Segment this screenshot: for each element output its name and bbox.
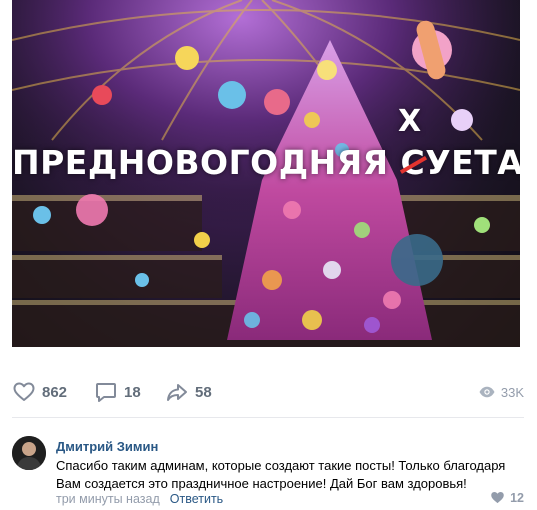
comment-time[interactable]: три минуты назад <box>56 492 160 506</box>
views-counter: 33K <box>478 372 524 412</box>
heart-icon <box>13 382 35 401</box>
reply-link[interactable]: Ответить <box>170 492 223 506</box>
avatar-photo <box>12 436 46 470</box>
post-actions-bar: 862 18 58 33K <box>12 372 524 412</box>
comment-text: Спасибо таким админам, которые создают т… <box>56 458 506 491</box>
post-image[interactable]: Х ПРЕДНОВОГОДНЯЯ СУЕТА <box>12 0 520 347</box>
share-arrow-icon <box>167 384 187 401</box>
headline-before: ПРЕДНОВОГОДНЯЯ <box>12 143 401 182</box>
share-button[interactable]: 58 <box>165 372 212 412</box>
comment-author[interactable]: Дмитрий Зимин <box>56 439 158 454</box>
share-count: 58 <box>195 383 212 401</box>
heart-icon <box>491 492 504 504</box>
comment-like-count: 12 <box>510 490 524 505</box>
headline-struck-letter: С <box>400 143 426 182</box>
views-count: 33K <box>500 384 524 400</box>
eye-icon <box>479 386 495 398</box>
like-button[interactable]: 862 <box>12 372 67 412</box>
headline-after: УЕТА <box>425 143 520 182</box>
headline-correction-letter: Х <box>398 104 422 139</box>
avatar[interactable] <box>12 436 46 470</box>
comment-bubble-icon <box>96 383 116 402</box>
comment-like-button[interactable]: 12 <box>490 490 524 505</box>
headline-text: ПРЕДНОВОГОДНЯЯ СУЕТА <box>12 143 520 182</box>
comment-count: 18 <box>124 383 141 401</box>
divider <box>12 417 524 418</box>
comment-button[interactable]: 18 <box>94 372 141 412</box>
like-count: 862 <box>42 383 68 401</box>
comment-meta: три минуты назад Ответить <box>56 492 223 506</box>
